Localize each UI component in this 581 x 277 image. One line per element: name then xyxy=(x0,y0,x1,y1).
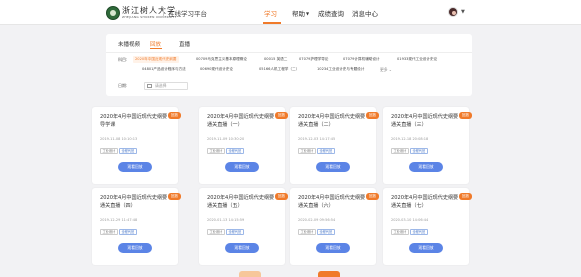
date-label: 日期: xyxy=(118,83,128,88)
chevron-down-icon[interactable]: ▼ xyxy=(461,9,465,15)
type-tag: 全程代班 xyxy=(226,229,244,235)
card-title: 2020年4月中国近现代史纲要通关直播（二） xyxy=(298,114,366,128)
subject-option[interactable]: 01933现代工业设计史论 xyxy=(397,57,437,62)
type-tag: 全程代班 xyxy=(317,148,335,154)
subject-option[interactable]: 2020年中国近现代史纲要 xyxy=(133,56,179,63)
tab-live[interactable]: 直播 xyxy=(179,40,190,48)
major-tag: 工业设计 xyxy=(100,148,118,154)
watch-replay-button[interactable]: 观看回放 xyxy=(118,162,152,172)
pagination-next-button[interactable] xyxy=(318,271,340,277)
major-tag: 工业设计 xyxy=(100,229,118,235)
subject-option[interactable]: 04801产品设计程序与方法 xyxy=(142,67,186,72)
pagination-prev-button[interactable] xyxy=(239,271,261,277)
date-placeholder: 请选择 xyxy=(155,83,167,88)
type-tag: 全程代班 xyxy=(119,148,137,154)
platform-title: 在线学习平台 xyxy=(168,10,207,18)
watch-replay-button[interactable]: 观看回放 xyxy=(225,243,259,253)
nav-grades[interactable]: 成绩查询 xyxy=(318,8,344,18)
tab-active-indicator xyxy=(150,48,162,49)
major-tag: 工业设计 xyxy=(298,148,316,154)
major-tag: 工业设计 xyxy=(207,229,225,235)
watch-replay-button[interactable]: 观看回放 xyxy=(409,162,443,172)
tab-unplayed[interactable]: 未播视频 xyxy=(118,40,140,48)
watch-replay-button[interactable]: 观看回放 xyxy=(409,243,443,253)
card-date: 2020-02-09 09:56:54 xyxy=(298,218,336,222)
nav-help[interactable]: 帮助▼ xyxy=(292,8,309,18)
course-card[interactable]: 回放 2020年4月中国近现代史纲要通关直播（六） 2020-02-09 09:56… xyxy=(290,188,379,265)
course-card[interactable]: 回放 2020年4月中国近现代史纲要通关直播（三） 2019-12-18 20:08… xyxy=(383,107,472,184)
card-title: 2020年4月中国近现代史纲要导学课 xyxy=(100,114,168,128)
card-date: 2019-12-03 14:17:45 xyxy=(298,137,336,141)
type-tag: 全程代班 xyxy=(119,229,137,235)
card-date: 2020-03-10 14:06:44 xyxy=(391,218,429,222)
nav-help-label: 帮助 xyxy=(292,10,305,18)
watch-replay-button[interactable]: 观看回放 xyxy=(316,162,350,172)
type-tag: 全程代班 xyxy=(317,229,335,235)
card-date: 2019-11-08 10:10:13 xyxy=(100,137,138,141)
nav-study[interactable]: 学习 xyxy=(264,8,277,18)
tab-replay[interactable]: 回放 xyxy=(150,40,161,48)
date-picker-input[interactable]: 请选择 xyxy=(144,82,188,90)
course-card[interactable]: 回放 2020年4月中国近现代史纲要导学课 2019-11-08 10:10:13 工… xyxy=(92,107,181,184)
course-card[interactable]: 回放 2020年4月中国近现代史纲要通关直播（一） 2019-11-09 10:30… xyxy=(199,107,288,184)
card-title: 2020年4月中国近现代史纲要通关直播（四） xyxy=(100,195,168,209)
university-logo-icon xyxy=(106,6,120,20)
user-avatar[interactable] xyxy=(448,7,458,17)
card-title: 2020年4月中国近现代史纲要通关直播（六） xyxy=(298,195,366,209)
panel-divider xyxy=(106,52,472,53)
card-date: 2020-01-13 14:15:59 xyxy=(207,218,245,222)
course-card[interactable]: 回放 2020年4月中国近现代史纲要通关直播（五） 2020-01-13 14:15… xyxy=(199,188,288,265)
subject-option[interactable]: 07079护理学导论 xyxy=(299,57,328,62)
card-date: 2019-12-18 20:08:18 xyxy=(391,137,429,141)
chevron-down-icon: ▼ xyxy=(306,11,310,16)
card-title: 2020年4月中国近现代史纲要通关直播（三） xyxy=(391,114,459,128)
watch-replay-button[interactable]: 观看回放 xyxy=(316,243,350,253)
course-card[interactable]: 回放 2020年4月中国近现代史纲要通关直播（七） 2020-03-10 14:06… xyxy=(383,188,472,265)
type-tag: 全程代班 xyxy=(410,229,428,235)
nav-active-indicator xyxy=(263,22,281,24)
card-title: 2020年4月中国近现代史纲要通关直播（一） xyxy=(207,114,275,128)
subject-option[interactable]: 00015 英语二 xyxy=(264,57,287,62)
major-tag: 工业设计 xyxy=(391,229,409,235)
type-tag: 全程代班 xyxy=(410,148,428,154)
card-title: 2020年4月中国近现代史纲要通关直播（七） xyxy=(391,195,459,209)
watch-replay-button[interactable]: 观看回放 xyxy=(225,162,259,172)
subject-label: 科目: xyxy=(118,57,128,62)
course-card[interactable]: 回放 2020年4月中国近现代史纲要通关直播（四） 2019-12-29 11:47… xyxy=(92,188,181,265)
subject-option[interactable]: 00690现代设计史论 xyxy=(200,67,233,72)
calendar-icon xyxy=(147,84,152,88)
nav-messages[interactable]: 消息中心 xyxy=(352,8,378,18)
header-divider xyxy=(163,7,164,18)
subject-option[interactable]: 10234工业设计史与专题设计 xyxy=(317,67,364,72)
major-tag: 工业设计 xyxy=(391,148,409,154)
card-date: 2019-12-29 11:47:48 xyxy=(100,218,138,222)
watch-replay-button[interactable]: 观看回放 xyxy=(118,243,152,253)
subject-option[interactable]: 05166人机工程学（二） xyxy=(259,67,299,72)
course-card[interactable]: 回放 2020年4月中国近现代史纲要通关直播（二） 2019-12-03 14:17… xyxy=(290,107,379,184)
subject-option[interactable]: 07079计算机辅助设计 xyxy=(343,57,380,62)
card-date: 2019-11-09 10:30:20 xyxy=(207,137,245,141)
type-tag: 全程代班 xyxy=(226,148,244,154)
subject-option[interactable]: 00709马克思主义基本原理概论 xyxy=(196,57,247,62)
top-header: 浙江树人大学 ZHEJIANG SHUREN UNIVERSITY 在线学习平台… xyxy=(0,0,581,25)
major-tag: 工业设计 xyxy=(298,229,316,235)
more-subjects-button[interactable]: 更多 ⌄ xyxy=(380,67,392,73)
major-tag: 工业设计 xyxy=(207,148,225,154)
card-title: 2020年4月中国近现代史纲要通关直播（五） xyxy=(207,195,275,209)
